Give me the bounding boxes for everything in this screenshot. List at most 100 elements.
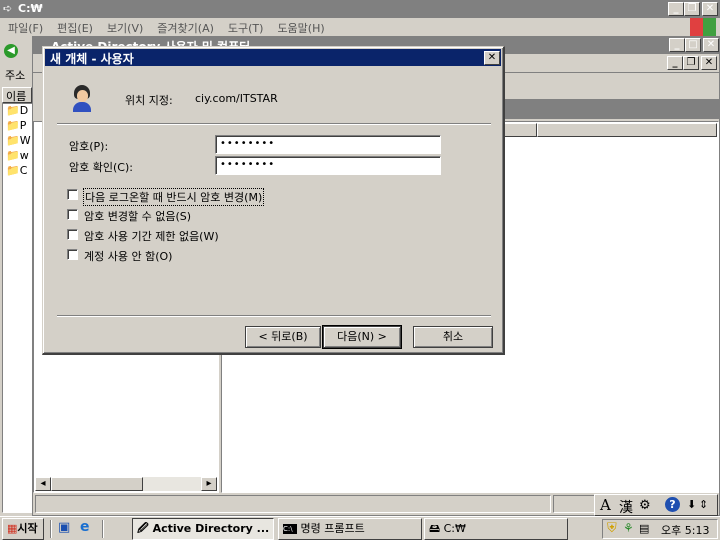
menu-view[interactable]: 보기(V) <box>107 22 143 35</box>
ime-hanja[interactable]: 漢 <box>619 497 633 517</box>
quicklaunch-separator <box>50 520 52 538</box>
scroll-left-button[interactable]: ◂ <box>35 477 51 491</box>
tree-item-label: D <box>19 104 29 117</box>
user-icon <box>71 85 93 113</box>
tree-item-label: C <box>19 164 28 177</box>
close-button[interactable]: ✕ <box>484 51 500 65</box>
ime-mode[interactable]: A <box>600 496 611 514</box>
menu-tools[interactable]: 도구(T) <box>228 22 264 35</box>
menu-file[interactable]: 파일(F) <box>8 22 43 35</box>
explorer-title: C:₩ <box>18 2 43 15</box>
option-account-disabled[interactable]: 계정 사용 안 함(O) <box>67 247 317 263</box>
next-button[interactable]: 다음(N) > <box>322 325 402 349</box>
drive-icon: 🖴 <box>429 522 441 535</box>
location-value: ciy.com/ITSTAR <box>195 92 278 105</box>
minimize-button[interactable]: _ <box>668 2 684 16</box>
task-label: 명령 프롬프트 <box>300 522 365 535</box>
ime-arrows-icon[interactable]: ⇕ <box>699 498 708 511</box>
folder-icon: 📁 <box>6 119 20 132</box>
system-tray: ⛨ ⚘ ▤ 오후 5:13 <box>602 519 718 539</box>
password-field[interactable]: •••••••• <box>215 135 441 154</box>
folder-icon: 📁 <box>6 104 20 117</box>
ime-toolbar: A 漢 ⚙ ? ⬇ ⇕ <box>594 494 718 516</box>
option-cannot-change-password[interactable]: 암호 변경할 수 없음(S) <box>67 207 317 223</box>
account-disabled-checkbox[interactable] <box>67 249 78 260</box>
tree-item[interactable]: 📁P <box>6 119 26 132</box>
scroll-right-button[interactable]: ▸ <box>201 477 217 491</box>
ime-tools-icon[interactable]: ⚙ <box>639 498 651 513</box>
ime-menu-icon[interactable]: ⬇ <box>687 498 696 511</box>
folder-tree: 📁D 📁P 📁W 📁w 📁C <box>2 103 34 513</box>
tree-item[interactable]: 📁W <box>6 134 31 147</box>
back-button[interactable]: < 뒤로(B) <box>245 326 321 348</box>
ad-app-icon: 🖉 <box>137 522 149 535</box>
tree-item-label: W <box>19 134 31 147</box>
never-expires-label: 암호 사용 기간 제한 없음(W) <box>84 230 219 243</box>
maximize-button[interactable]: □ <box>685 38 701 52</box>
cannot-change-checkbox[interactable] <box>67 209 78 220</box>
task-label: Active Directory ... <box>152 522 270 535</box>
dialog-title: 새 개체 - 사용자 <box>50 52 134 66</box>
explorer-menubar: 파일(F) 편집(E) 보기(V) 즐겨찾기(A) 도구(T) 도움말(H) <box>8 20 668 36</box>
explorer-titlebar: ➪ C:₩ _ ❐ ✕ <box>0 0 720 18</box>
menu-help[interactable]: 도움말(H) <box>277 22 324 35</box>
security-shield-icon[interactable]: ⛨ <box>607 521 617 536</box>
list-header-name[interactable]: 이름 <box>2 87 32 103</box>
list-column-header[interactable] <box>537 123 717 137</box>
confirm-password-label: 암호 확인(C): <box>69 161 133 174</box>
close-button[interactable]: ✕ <box>703 38 719 52</box>
tree-item[interactable]: 📁C <box>6 164 27 177</box>
restore-button[interactable]: ❐ <box>683 56 699 70</box>
tree-item-label: P <box>19 119 27 132</box>
close-button[interactable]: ✕ <box>701 56 717 70</box>
back-arrow-icon[interactable]: ◀ <box>4 44 18 58</box>
tree-item[interactable]: 📁D <box>6 104 28 117</box>
menu-favorites[interactable]: 즐겨찾기(A) <box>157 22 214 35</box>
tree-item[interactable]: 📁w <box>6 149 29 162</box>
help-icon[interactable]: ? <box>665 497 680 512</box>
browser-icon[interactable]: e <box>80 519 90 535</box>
confirm-password-field[interactable]: •••••••• <box>215 156 441 175</box>
menu-edit[interactable]: 편집(E) <box>57 22 93 35</box>
cancel-button[interactable]: 취소 <box>413 326 493 348</box>
minimize-button[interactable]: _ <box>669 38 685 52</box>
status-pane <box>35 495 551 513</box>
location-label: 위치 지정: <box>125 94 173 107</box>
account-disabled-label: 계정 사용 안 함(O) <box>84 250 173 263</box>
ad-tree-hscrollbar[interactable]: ◂ ▸ <box>35 477 217 491</box>
folder-icon: 📁 <box>6 134 20 147</box>
task-explorer[interactable]: 🖴 C:₩ <box>424 518 568 540</box>
desktop-icon[interactable]: ▣ <box>58 520 70 535</box>
start-button[interactable]: ▦시작 <box>2 518 44 540</box>
confirm-password-value: •••••••• <box>220 159 276 170</box>
new-user-dialog: 새 개체 - 사용자 ✕ 위치 지정: ciy.com/ITSTAR 암호(P)… <box>42 46 505 355</box>
task-label: C:₩ <box>443 522 466 535</box>
password-value: •••••••• <box>220 138 276 149</box>
option-never-expires[interactable]: 암호 사용 기간 제한 없음(W) <box>67 227 317 243</box>
minimize-button[interactable]: _ <box>667 56 683 70</box>
footer-divider <box>57 315 491 317</box>
tree-item-label: w <box>19 149 29 162</box>
start-label: 시작 <box>17 522 38 535</box>
list-column-header[interactable] <box>503 123 537 137</box>
console-icon: C:\ <box>283 524 297 534</box>
windows-logo-icon: ▦ <box>7 522 18 535</box>
option-must-change-password[interactable]: 다음 로그온할 때 반드시 암호 변경(M) <box>67 187 317 206</box>
network-icon[interactable]: ⚘ <box>623 521 634 535</box>
quicklaunch-separator <box>102 520 104 538</box>
scroll-thumb[interactable] <box>51 477 143 491</box>
never-expires-checkbox[interactable] <box>67 229 78 240</box>
task-command-prompt[interactable]: C:\ 명령 프롬프트 <box>278 518 422 540</box>
must-change-checkbox[interactable] <box>67 189 78 200</box>
dialog-titlebar: 새 개체 - 사용자 ✕ <box>45 49 501 66</box>
clock: 오후 5:13 <box>661 524 710 537</box>
list-header-label: 이름 <box>6 90 27 103</box>
taskbar: ▦시작 ▣ e 🖉 Active Directory ... C:\ 명령 프롬… <box>0 516 720 540</box>
task-active-directory[interactable]: 🖉 Active Directory ... <box>132 518 274 540</box>
restore-button[interactable]: ❐ <box>684 2 700 16</box>
close-button[interactable]: ✕ <box>702 2 718 16</box>
address-label: 주소 <box>5 69 26 82</box>
tray-app-icon[interactable]: ▤ <box>639 522 649 535</box>
ad-list-band <box>503 99 719 119</box>
windows-logo-icon <box>690 18 716 36</box>
